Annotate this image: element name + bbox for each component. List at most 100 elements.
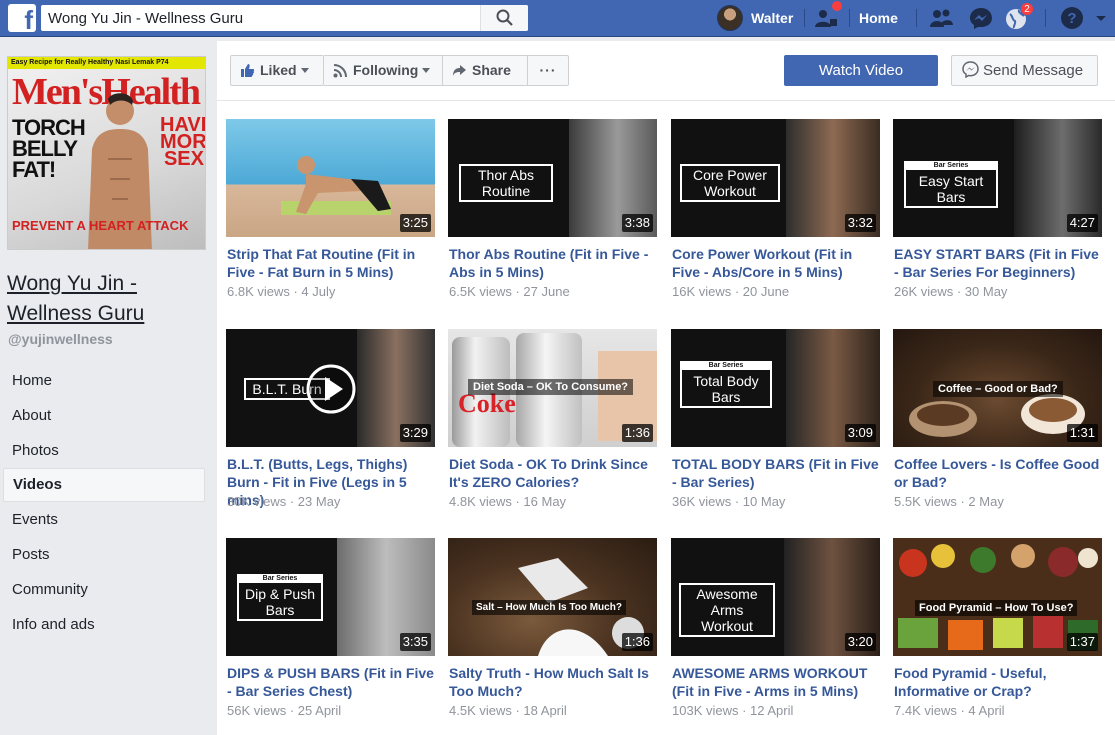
top-navigation-bar: f Walter Home 2 ? xyxy=(0,0,1115,37)
video-title[interactable]: Diet Soda - OK To Drink Since It's ZERO … xyxy=(449,455,661,491)
thumbnail-title: Coffee – Good or Bad? xyxy=(933,381,1063,397)
following-button[interactable]: Following xyxy=(324,55,443,86)
share-button[interactable]: Share xyxy=(443,55,528,86)
video-thumbnail[interactable]: Coffee – Good or Bad? 1:31 xyxy=(893,329,1102,447)
search-icon xyxy=(496,9,513,26)
video-meta: 7.4K views · 4 April xyxy=(894,703,1005,718)
video-duration: 1:36 xyxy=(621,424,653,442)
video-meta: 4.8K views · 16 May xyxy=(449,494,567,509)
video-meta: 16K views · 20 June xyxy=(672,284,790,299)
video-title[interactable]: Coffee Lovers - Is Coffee Good or Bad? xyxy=(894,455,1106,491)
send-message-button[interactable]: Send Message xyxy=(951,55,1098,86)
video-duration: 3:25 xyxy=(399,214,431,232)
nav-item-posts[interactable]: Posts xyxy=(3,537,205,572)
video-meta: 56K views · 25 April xyxy=(227,703,342,718)
video-thumbnail[interactable]: Food Pyramid – How To Use? 1:37 xyxy=(893,538,1102,656)
video-title[interactable]: DIPS & PUSH BARS (Fit in Five - Bar Seri… xyxy=(227,664,439,700)
video-title[interactable]: AWESOME ARMS WORKOUT (Fit in Five - Arms… xyxy=(672,664,884,700)
user-profile-link[interactable]: Walter xyxy=(751,10,793,26)
thumbnail-title: Awesome Arms Workout xyxy=(679,583,775,637)
account-menu-caret-icon[interactable] xyxy=(1094,6,1108,30)
video-meta: 5.5K views · 2 May xyxy=(894,494,1004,509)
bar-series-tag: Bar Series xyxy=(680,361,772,370)
thumbnail-image xyxy=(281,156,391,215)
page-handle: @yujinwellness xyxy=(8,331,113,347)
video-thumbnail[interactable]: Core Power Workout 3:32 xyxy=(671,119,880,237)
thumbnail-title-text: Total Body Bars xyxy=(693,373,759,405)
video-title[interactable]: Food Pyramid - Useful, Informative or Cr… xyxy=(894,664,1106,700)
thumbnail-title: Diet Soda – OK To Consume? xyxy=(468,379,634,395)
nav-item-info-and-ads[interactable]: Info and ads xyxy=(3,607,205,642)
new-activity-dot xyxy=(832,1,842,11)
help-icon[interactable]: ? xyxy=(1059,6,1085,30)
more-options-button[interactable]: ··· xyxy=(528,55,569,86)
video-duration: 4:27 xyxy=(1066,214,1098,232)
page-sidebar: Easy Recipe for Really Healthy Nasi Lema… xyxy=(0,41,217,735)
nav-item-photos[interactable]: Photos xyxy=(3,433,205,468)
video-duration: 1:37 xyxy=(1066,633,1098,651)
page-nav: Home About Photos Videos Events Posts Co… xyxy=(3,363,205,642)
user-avatar[interactable] xyxy=(717,5,743,31)
nav-item-community[interactable]: Community xyxy=(3,572,205,607)
messenger-icon[interactable] xyxy=(968,6,994,30)
thumbnail-title: Food Pyramid – How To Use? xyxy=(915,600,1078,616)
thumbnail-title: Salt – How Much Is Too Much? xyxy=(472,600,626,615)
liked-label: Liked xyxy=(260,62,297,78)
nav-item-home[interactable]: Home xyxy=(3,363,205,398)
video-thumbnail[interactable]: Thor Abs Routine 3:38 xyxy=(448,119,657,237)
video-thumbnail[interactable]: Coke Diet Soda – OK To Consume? 1:36 xyxy=(448,329,657,447)
video-meta: 6.8K views · 4 July xyxy=(227,284,336,299)
nav-item-about[interactable]: About xyxy=(3,398,205,433)
video-thumbnail[interactable]: Awesome Arms Workout 3:20 xyxy=(671,538,880,656)
video-thumbnail[interactable]: B.L.T. Burn 3:29 xyxy=(226,329,435,447)
share-label: Share xyxy=(472,62,511,78)
nav-item-events[interactable]: Events xyxy=(3,502,205,537)
watch-video-button[interactable]: Watch Video xyxy=(784,55,938,86)
svg-text:?: ? xyxy=(1067,10,1076,27)
video-thumbnail[interactable]: Bar Series Easy Start Bars 4:27 xyxy=(893,119,1102,237)
video-duration: 1:36 xyxy=(621,633,653,651)
cover-headline: TORCH BELLY FAT! xyxy=(12,115,86,182)
facebook-logo-icon[interactable]: f xyxy=(8,4,36,32)
thumbnail-title-text: Easy Start Bars xyxy=(918,173,984,205)
video-thumbnail[interactable]: Bar Series Total Body Bars 3:09 xyxy=(671,329,880,447)
video-thumbnail[interactable]: Bar Series Dip & Push Bars 3:35 xyxy=(226,538,435,656)
chevron-down-icon xyxy=(422,67,431,73)
video-title[interactable]: Core Power Workout (Fit in Five - Abs/Co… xyxy=(672,245,884,281)
cover-heart-text: PREVENT A HEART ATTACK xyxy=(12,218,189,233)
home-link[interactable]: Home xyxy=(859,10,898,26)
search-button[interactable] xyxy=(480,5,528,31)
thumbnail-title: Core Power Workout xyxy=(680,164,780,202)
video-thumbnail[interactable]: Salt – How Much Is Too Much? 1:36 xyxy=(448,538,657,656)
video-meta: 6.5K views · 27 June xyxy=(449,284,570,299)
divider xyxy=(1045,9,1046,27)
divider xyxy=(849,9,850,27)
video-thumbnail[interactable]: 3:25 xyxy=(226,119,435,237)
divider xyxy=(916,9,917,27)
play-icon[interactable] xyxy=(305,363,357,415)
chevron-down-icon xyxy=(300,67,309,73)
liked-button[interactable]: Liked xyxy=(230,55,324,86)
divider xyxy=(804,9,805,27)
thumbs-up-icon xyxy=(241,63,255,77)
video-title[interactable]: Strip That Fat Routine (Fit in Five - Fa… xyxy=(227,245,439,281)
nav-item-videos[interactable]: Videos xyxy=(3,468,205,502)
page-action-bar: Liked Following Share ··· Watch Video Se… xyxy=(217,41,1115,101)
search-box xyxy=(41,5,528,31)
friend-requests-icon[interactable] xyxy=(929,6,955,30)
notifications-badge: 2 xyxy=(1020,2,1034,16)
messenger-icon xyxy=(962,61,979,79)
video-title[interactable]: Thor Abs Routine (Fit in Five - Abs in 5… xyxy=(449,245,661,281)
video-title[interactable]: TOTAL BODY BARS (Fit in Five - Bar Serie… xyxy=(672,455,884,491)
share-arrow-icon xyxy=(453,64,466,76)
page-title[interactable]: Wong Yu Jin - Wellness Guru xyxy=(7,269,207,329)
profile-picture[interactable]: Easy Recipe for Really Healthy Nasi Lema… xyxy=(7,56,206,250)
search-input[interactable] xyxy=(41,5,481,31)
thumbnail-title: Thor Abs Routine xyxy=(459,164,553,202)
video-title[interactable]: Salty Truth - How Much Salt Is Too Much? xyxy=(449,664,661,700)
video-title[interactable]: EASY START BARS (Fit in Five - Bar Serie… xyxy=(894,245,1106,281)
video-duration: 3:29 xyxy=(399,424,431,442)
video-meta: 4.5K views · 18 April xyxy=(449,703,567,718)
send-message-label: Send Message xyxy=(983,62,1084,79)
main-content: Liked Following Share ··· Watch Video Se… xyxy=(217,41,1115,735)
